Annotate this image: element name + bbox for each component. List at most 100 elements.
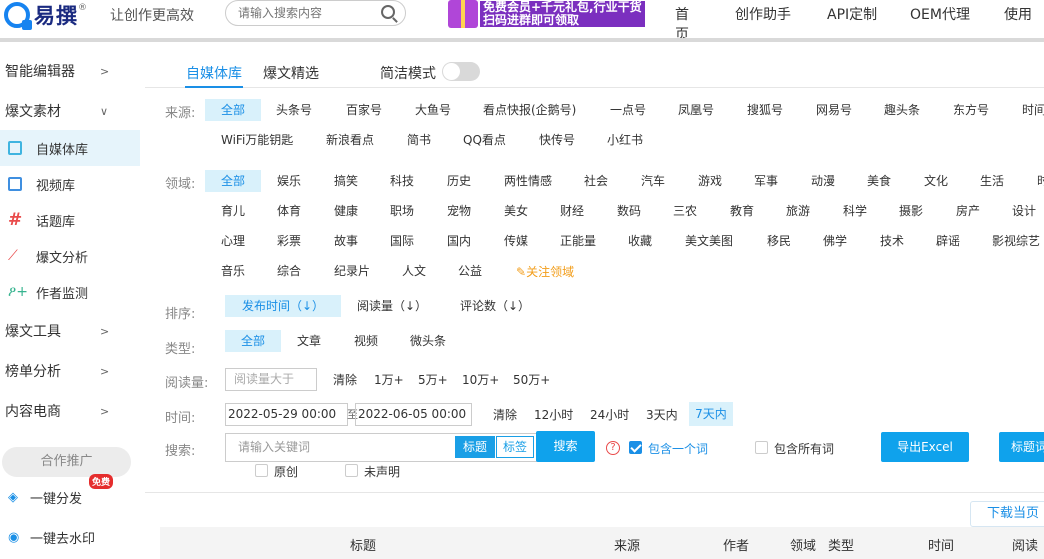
source-chip[interactable]: 网易号 [816, 99, 852, 121]
field-chip[interactable]: 生活 [980, 170, 1004, 192]
focus-field-link[interactable]: ✎关注领域 [516, 261, 574, 283]
field-chip[interactable]: 宠物 [447, 200, 471, 222]
field-chip[interactable]: 体育 [277, 200, 301, 222]
source-chip[interactable]: 全部 [205, 99, 261, 121]
search-button[interactable]: 搜索 [536, 431, 595, 462]
field-chip[interactable]: 美食 [867, 170, 891, 192]
field-chip[interactable]: 科技 [390, 170, 414, 192]
sidebar-item-watermark[interactable]: ◉ 一键去水印 [0, 522, 140, 552]
field-chip[interactable]: 移民 [767, 230, 791, 252]
field-chip[interactable]: 社会 [584, 170, 608, 192]
read-10k[interactable]: 1万+ [374, 369, 404, 391]
time-7d[interactable]: 7天内 [689, 402, 733, 426]
field-chip[interactable]: 综合 [277, 260, 301, 282]
export-excel-button[interactable]: 导出Excel [881, 432, 969, 462]
source-chip[interactable]: QQ看点 [463, 129, 506, 151]
tab-hot-picks[interactable]: 爆文精选 [263, 63, 319, 83]
field-chip[interactable]: 辟谣 [936, 230, 960, 252]
logo[interactable]: 易撰 ® [4, 0, 87, 30]
field-chip[interactable]: 教育 [730, 200, 754, 222]
field-chip[interactable]: 文化 [924, 170, 948, 192]
field-chip[interactable]: 动漫 [811, 170, 835, 192]
undeclared-checkbox[interactable] [345, 464, 358, 477]
title-words-button[interactable]: 标题词 [999, 432, 1044, 462]
field-chip[interactable]: 国内 [447, 230, 471, 252]
time-24h[interactable]: 24小时 [590, 404, 629, 426]
nav-assistant[interactable]: 创作助手 [735, 4, 815, 24]
field-chip[interactable]: 历史 [447, 170, 471, 192]
field-chip[interactable]: 三农 [673, 200, 697, 222]
coop-button[interactable]: 合作推广 [2, 447, 131, 477]
field-chip[interactable]: 佛学 [823, 230, 847, 252]
field-chip[interactable]: 汽车 [641, 170, 665, 192]
nav-usage[interactable]: 使用 [1004, 4, 1044, 24]
source-chip[interactable]: 一点号 [610, 99, 646, 121]
field-chip[interactable]: 健康 [334, 200, 358, 222]
header-search-input[interactable] [238, 1, 378, 25]
field-chip[interactable]: 职场 [390, 200, 414, 222]
sidebar-item-media-lib[interactable]: 自媒体库 [0, 130, 140, 166]
search-scope-tag[interactable]: 标签 [496, 436, 534, 458]
source-chip[interactable]: 小红书 [607, 129, 643, 151]
field-chip[interactable]: 科学 [843, 200, 867, 222]
field-chip[interactable]: 影视综艺 [992, 230, 1040, 252]
time-clear[interactable]: 清除 [493, 404, 517, 426]
field-chip[interactable]: 房产 [956, 200, 980, 222]
contains-all-checkbox[interactable] [755, 441, 768, 454]
field-chip[interactable]: 音乐 [221, 260, 245, 282]
field-chip[interactable]: 美女 [504, 200, 528, 222]
field-chip[interactable]: 娱乐 [277, 170, 301, 192]
read-clear[interactable]: 清除 [333, 369, 357, 391]
sidebar-item-author-monitor[interactable]: ዖ+ 作者监测 [0, 274, 140, 310]
field-chip[interactable]: 传媒 [504, 230, 528, 252]
source-chip[interactable]: 大鱼号 [415, 99, 451, 121]
field-chip[interactable]: 摄影 [899, 200, 923, 222]
read-100k[interactable]: 10万+ [462, 369, 499, 391]
field-chip[interactable]: 纪录片 [334, 260, 370, 282]
sidebar-item-ecommerce[interactable]: 内容电商 > [0, 393, 140, 429]
field-chip[interactable]: 军事 [754, 170, 778, 192]
source-chip[interactable]: 东方号 [953, 99, 989, 121]
type-article[interactable]: 文章 [297, 330, 321, 352]
source-chip[interactable]: 简书 [407, 129, 431, 151]
sidebar-item-video-lib[interactable]: 视频库 [0, 166, 140, 202]
promo-banner[interactable]: 免费会员+千元礼包,行业干货 扫码进群即可领取 [448, 0, 666, 28]
contains-one-checkbox[interactable] [629, 441, 642, 454]
sidebar-item-editor[interactable]: 智能编辑器 > [0, 53, 140, 89]
type-all[interactable]: 全部 [225, 330, 281, 352]
field-chip[interactable]: 美文美图 [685, 230, 733, 252]
search-scope-title[interactable]: 标题 [455, 436, 495, 458]
time-12h[interactable]: 12小时 [534, 404, 573, 426]
field-chip[interactable]: 收藏 [628, 230, 652, 252]
field-chip[interactable]: 人文 [402, 260, 426, 282]
help-icon[interactable]: ? [606, 441, 620, 455]
read-500k[interactable]: 50万+ [513, 369, 550, 391]
source-chip[interactable]: 趣头条 [884, 99, 920, 121]
field-chip[interactable]: 心理 [221, 230, 245, 252]
sidebar-item-topic-lib[interactable]: # 话题库 [0, 202, 140, 238]
field-chip[interactable]: 公益 [458, 260, 482, 282]
source-chip[interactable]: 时间 [1022, 99, 1044, 121]
field-chip[interactable]: 设计 [1012, 200, 1036, 222]
source-chip[interactable]: 头条号 [276, 99, 312, 121]
type-video[interactable]: 视频 [354, 330, 378, 352]
search-icon[interactable] [381, 5, 395, 19]
sidebar-item-materials[interactable]: 爆文素材 ∨ [0, 93, 140, 129]
original-checkbox[interactable] [255, 464, 268, 477]
source-chip[interactable]: 新浪看点 [326, 129, 374, 151]
date-from-input[interactable]: 2022-05-29 00:00 [225, 403, 348, 426]
date-to-input[interactable]: 2022-06-05 00:00 [355, 403, 472, 426]
field-chip[interactable]: 国际 [390, 230, 414, 252]
sidebar-item-analysis[interactable]: ⟋ 爆文分析 [0, 238, 140, 274]
sidebar-item-tools[interactable]: 爆文工具 > [0, 313, 140, 349]
source-chip[interactable]: 搜狐号 [747, 99, 783, 121]
field-chip[interactable]: 搞笑 [334, 170, 358, 192]
field-chip[interactable]: 彩票 [277, 230, 301, 252]
sidebar-item-distribute[interactable]: ◈ 一键分发 免费 [0, 474, 140, 512]
simple-mode-toggle[interactable] [442, 62, 480, 81]
source-chip[interactable]: 百家号 [346, 99, 382, 121]
field-chip[interactable]: 财经 [560, 200, 584, 222]
source-chip[interactable]: WiFi万能钥匙 [221, 129, 293, 151]
field-chip[interactable]: 旅游 [786, 200, 810, 222]
source-chip[interactable]: 看点快报(企鹅号) [483, 99, 576, 121]
